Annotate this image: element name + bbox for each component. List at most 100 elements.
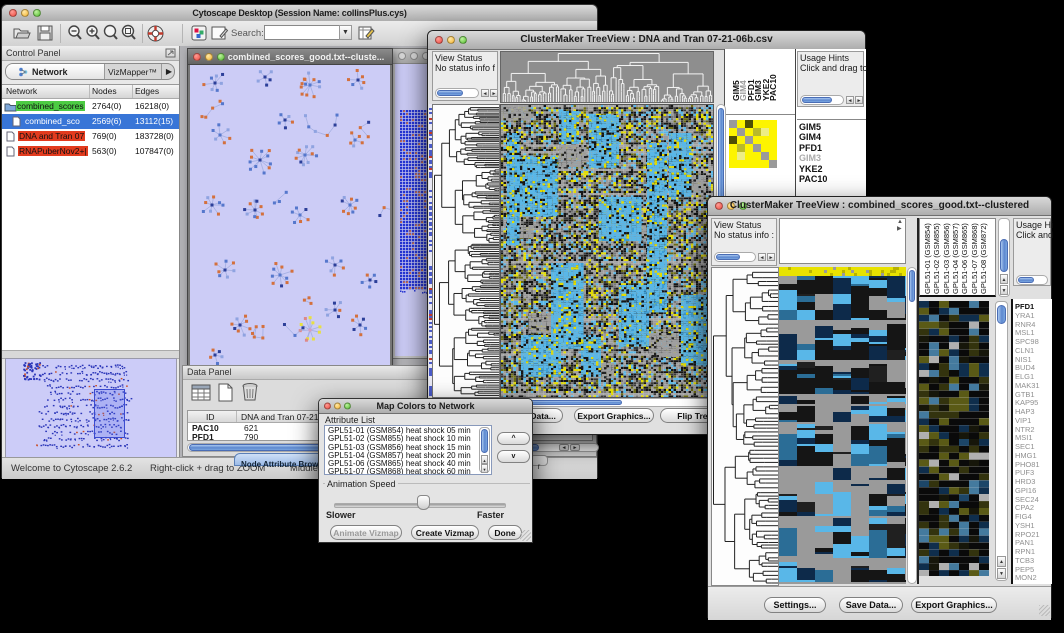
scroll-right-icon[interactable]: ► [767, 253, 775, 261]
zoom-fit-icon[interactable] [120, 24, 138, 42]
tv2-gene-label[interactable]: MON2 [1015, 573, 1037, 582]
network-table-header[interactable]: Network Nodes Edges [2, 85, 179, 99]
tv2-column-label[interactable]: GPL51-03 (GSM856) [942, 223, 951, 294]
tv2-labels-vscrollbar[interactable]: ▲ ▼ [998, 218, 1010, 297]
tv2-column-label[interactable]: GPL51-02 (GSM855) [932, 223, 941, 294]
trash-icon[interactable] [241, 382, 259, 402]
tv1-gene-label[interactable]: GIM5 [799, 122, 821, 132]
float-panel-icon[interactable] [165, 48, 176, 58]
treeview1-titlebar[interactable]: ClusterMaker TreeView : DNA and Tran 07-… [428, 31, 865, 50]
network-table-row[interactable]: DNA and Tran 07769(0)183728(0) [2, 129, 179, 144]
attribute-editor-icon[interactable] [357, 24, 376, 42]
tv2-gene-label[interactable]: CPA2 [1015, 503, 1034, 512]
scroll-left-icon[interactable]: ◄ [846, 96, 854, 104]
zoom-out-icon[interactable] [66, 24, 84, 42]
tv2-heatmap-vscrollbar[interactable] [907, 267, 917, 584]
attribute-list-item[interactable]: GPL51-07 (GSM868) heat shock 60 min [328, 468, 471, 475]
tv2-zoom-heatmap[interactable] [919, 301, 989, 576]
tv1-row-dendrogram[interactable] [432, 104, 500, 398]
tv1-gene-label[interactable]: GIM4 [799, 132, 821, 142]
annotation-icon[interactable] [210, 24, 229, 42]
main-titlebar[interactable]: Cytoscape Desktop (Session Name: collins… [2, 5, 597, 22]
tv2-gene-label[interactable]: NTR2 [1015, 425, 1035, 434]
network-table-row[interactable]: combined_scores2764(0)16218(0) [2, 99, 179, 114]
tv2-heatmap[interactable] [779, 267, 906, 584]
tv1-gene-label[interactable]: YKE2 [799, 164, 823, 174]
vizmap-icon[interactable] [190, 24, 208, 42]
open-icon[interactable] [12, 24, 31, 42]
tv1-gene-label[interactable]: GIM3 [799, 153, 821, 163]
scroll-down-icon[interactable]: ▼ [997, 568, 1006, 579]
scroll-down-icon[interactable]: ▼ [1000, 285, 1008, 295]
network-view-titlebar[interactable]: combined_scores_good.txt--cluste... [188, 49, 392, 65]
tv2-gene-label[interactable]: KAP95 [1015, 398, 1038, 407]
tv2-gene-label[interactable]: MSL1 [1015, 328, 1035, 337]
tv2-gene-label[interactable]: RPO21 [1015, 530, 1040, 539]
tv2-gene-label[interactable]: SEC1 [1015, 442, 1035, 451]
scroll-right-icon[interactable]: ► [490, 89, 498, 97]
move-down-button[interactable]: v [497, 450, 530, 463]
tv2-save-data-button[interactable]: Save Data... [839, 597, 903, 613]
scroll-right-icon[interactable]: ► [570, 444, 580, 451]
network-table-row[interactable]: combined_sco2569(6)13112(15) [2, 114, 179, 129]
treeview2-titlebar[interactable]: ClusterMaker TreeView : combined_scores_… [708, 197, 1051, 216]
tv2-column-label[interactable]: GPL51-06 (GSM865) [960, 223, 969, 294]
done-button[interactable]: Done [488, 525, 522, 540]
tab-overflow-button[interactable]: ▶ [161, 64, 175, 79]
tv2-gene-label[interactable]: PUF3 [1015, 468, 1034, 477]
tv2-gene-label[interactable]: BUD4 [1015, 363, 1035, 372]
cell-id-1[interactable]: PFD1 [192, 432, 214, 442]
tv2-gene-label[interactable]: MSI1 [1015, 433, 1033, 442]
tv2-gene-label[interactable]: PAN1 [1015, 538, 1034, 547]
tv2-export-graphics-button[interactable]: Export Graphics... [911, 597, 997, 613]
tv2-gene-label[interactable]: NIS1 [1015, 355, 1032, 364]
scroll-up-icon[interactable]: ▲ [997, 556, 1006, 567]
tv2-settings-button[interactable]: Settings... [764, 597, 826, 613]
scroll-right-icon[interactable]: ► [855, 96, 863, 104]
node-attribute-browser-tab[interactable]: Node Attribute Brows [234, 453, 330, 466]
tv2-gene-label[interactable]: HRD3 [1015, 477, 1035, 486]
cell-val-1[interactable]: 790 [244, 432, 258, 442]
tab-vizmapper[interactable]: VizMapper™ [105, 64, 161, 79]
tv1-heatmap[interactable] [500, 104, 714, 398]
create-vizmap-button[interactable]: Create Vizmap [411, 525, 479, 540]
tv2-genes-vscrollbar[interactable]: ▲ ▼ [995, 301, 1008, 581]
tv1-column-label[interactable]: PAC10 [768, 74, 778, 101]
zoom-selected-icon[interactable] [102, 24, 120, 42]
search-dropdown-button[interactable]: ▼ [339, 25, 352, 40]
tv2-column-label[interactable]: GPL51-01 (GSM854) [923, 223, 932, 294]
tv1-gene-label[interactable]: PFD1 [799, 143, 822, 153]
tv1-usage-hscrollbar[interactable] [800, 95, 844, 105]
tv2-gene-label[interactable]: HAP3 [1015, 407, 1035, 416]
col-id[interactable]: ID [206, 412, 215, 422]
scroll-left-icon[interactable]: ◄ [481, 89, 489, 97]
tv2-gene-label[interactable]: TCB3 [1015, 556, 1034, 565]
tv2-gene-label[interactable]: PEP5 [1015, 565, 1034, 574]
scroll-left-icon[interactable]: ◄ [559, 444, 569, 451]
tv2-column-label[interactable]: GPL51-08 (GSM872) [979, 223, 988, 294]
tv2-gene-label[interactable]: SPC98 [1015, 337, 1039, 346]
tv1-status-hscrollbar[interactable] [435, 88, 479, 98]
help-icon[interactable] [146, 24, 165, 43]
save-icon[interactable] [36, 24, 54, 42]
tv2-gene-label[interactable]: GPI16 [1015, 486, 1036, 495]
tv1-gene-label[interactable]: PAC10 [799, 174, 827, 184]
tv2-gene-label[interactable]: SEC24 [1015, 495, 1039, 504]
move-up-button[interactable]: ^ [497, 432, 530, 445]
network-canvas[interactable] [190, 65, 390, 368]
tv2-gene-label[interactable]: CLN1 [1015, 346, 1034, 355]
tv2-status-hscrollbar[interactable] [714, 252, 756, 262]
tv2-column-label[interactable]: GPL51-04 (GSM857) [951, 223, 960, 294]
tv2-gene-label[interactable]: MAK31 [1015, 381, 1040, 390]
dialog-titlebar[interactable]: Map Colors to Network [319, 399, 532, 414]
tv2-gene-label[interactable]: PFD1 [1015, 302, 1034, 311]
network-table-row[interactable]: RNAPuberNov2+|563(0)107847(0) [2, 144, 179, 159]
animate-vizmap-button[interactable]: Animate Vizmap [330, 525, 402, 540]
table-icon[interactable] [191, 383, 211, 402]
tv2-gene-label[interactable]: VIP1 [1015, 416, 1031, 425]
tv2-gene-label[interactable]: HMG1 [1015, 451, 1037, 460]
new-doc-icon[interactable] [217, 383, 234, 402]
scroll-left-icon[interactable]: ◄ [758, 253, 766, 261]
zoom-in-icon[interactable] [84, 24, 102, 42]
tv2-gene-label[interactable]: GTB1 [1015, 390, 1035, 399]
